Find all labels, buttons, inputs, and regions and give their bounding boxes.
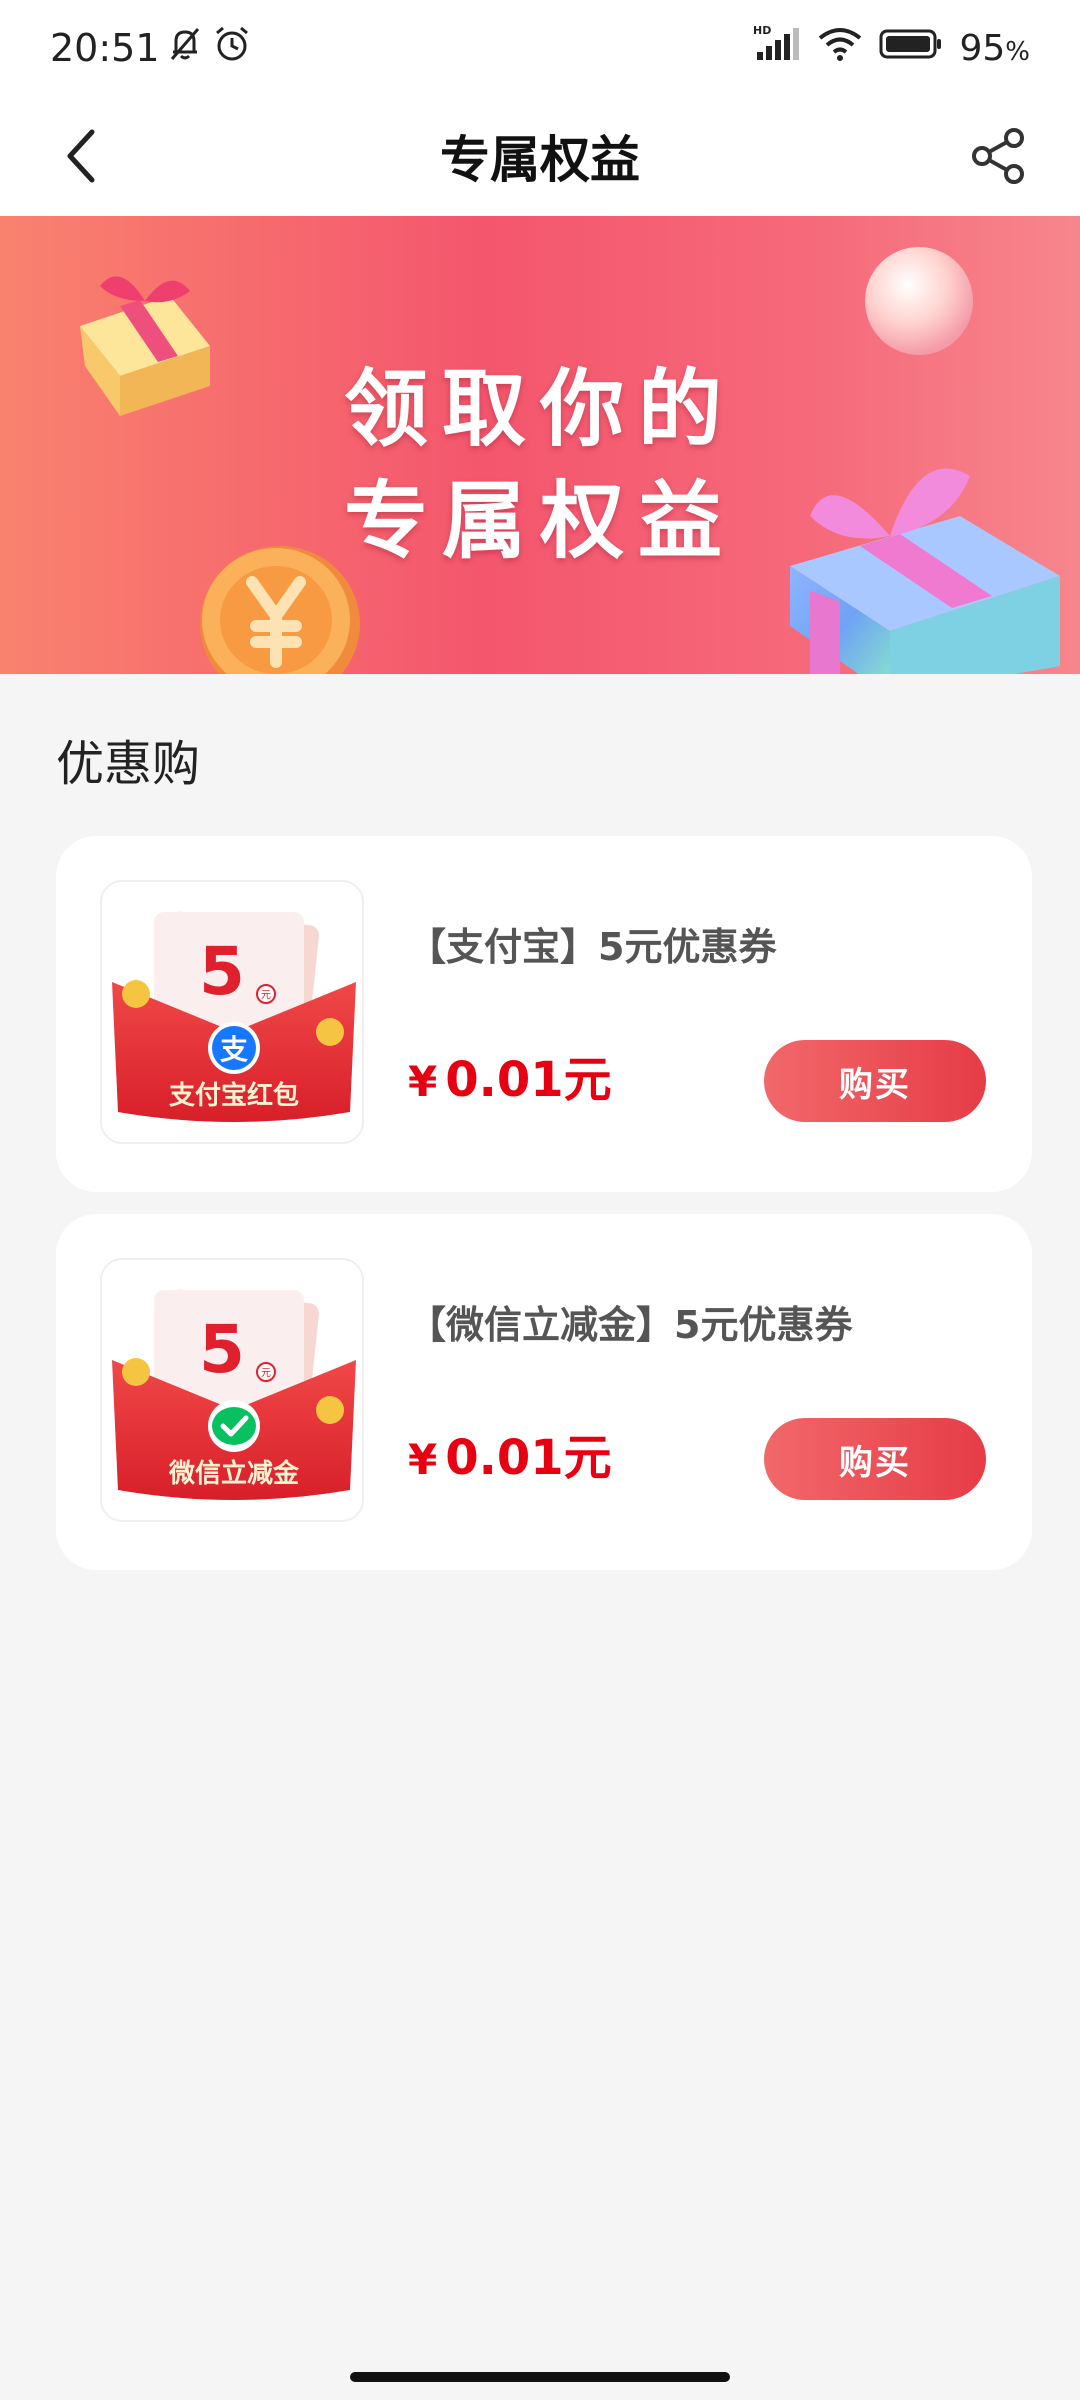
product-card[interactable]: 5 元 微信立减金 【微信立减金】5元优惠券 ¥0.01元 购买 — [56, 1214, 1032, 1570]
product-name: 【支付宝】5元优惠券 — [408, 925, 777, 969]
product-image: 5 元 支 支付宝红包 — [100, 880, 364, 1144]
nav-bar: 专属权益 — [0, 96, 1080, 216]
buy-button[interactable]: 购买 — [764, 1040, 986, 1122]
share-icon — [972, 128, 1024, 184]
svg-text:元: 元 — [261, 990, 271, 1001]
bell-off-icon — [166, 25, 204, 72]
product-card[interactable]: 5 元 支 支付宝红包 【支付宝】5元优惠券 ¥0.01元 购买 — [56, 836, 1032, 1192]
battery-icon — [879, 26, 943, 70]
product-image: 5 元 微信立减金 — [100, 1258, 364, 1522]
battery-percent: 95% — [959, 27, 1030, 69]
status-time: 20:51 — [50, 26, 160, 70]
page-title: 专属权益 — [440, 131, 640, 189]
banner-line-2: 专属权益 — [343, 472, 736, 570]
section-title: 优惠购 — [56, 736, 201, 792]
svg-text:5: 5 — [199, 933, 245, 1010]
wifi-icon — [817, 26, 863, 71]
share-button[interactable] — [960, 116, 1040, 196]
svg-text:元: 元 — [261, 1368, 271, 1379]
svg-text:5: 5 — [199, 1311, 245, 1388]
status-bar: 20:51 HD 95% — [0, 0, 1080, 96]
back-button[interactable] — [40, 116, 120, 196]
buy-button[interactable]: 购买 — [764, 1418, 986, 1500]
product-name: 【微信立减金】5元优惠券 — [408, 1303, 853, 1347]
product-price: ¥0.01元 — [408, 1052, 612, 1108]
signal-icon: HD — [753, 24, 801, 73]
promo-banner: 领取你的 专属权益 — [0, 216, 1080, 674]
product-price: ¥0.01元 — [408, 1430, 612, 1486]
banner-line-1: 领取你的 — [343, 360, 736, 458]
alarm-icon — [212, 24, 252, 73]
chevron-left-icon — [67, 129, 95, 183]
network-type-label: HD — [753, 24, 771, 37]
svg-text:微信立减金: 微信立减金 — [168, 1458, 300, 1489]
svg-text:支: 支 — [220, 1033, 248, 1066]
pearl-ball-icon — [865, 247, 973, 355]
svg-text:支付宝红包: 支付宝红包 — [169, 1080, 299, 1111]
home-indicator[interactable] — [350, 2372, 730, 2382]
